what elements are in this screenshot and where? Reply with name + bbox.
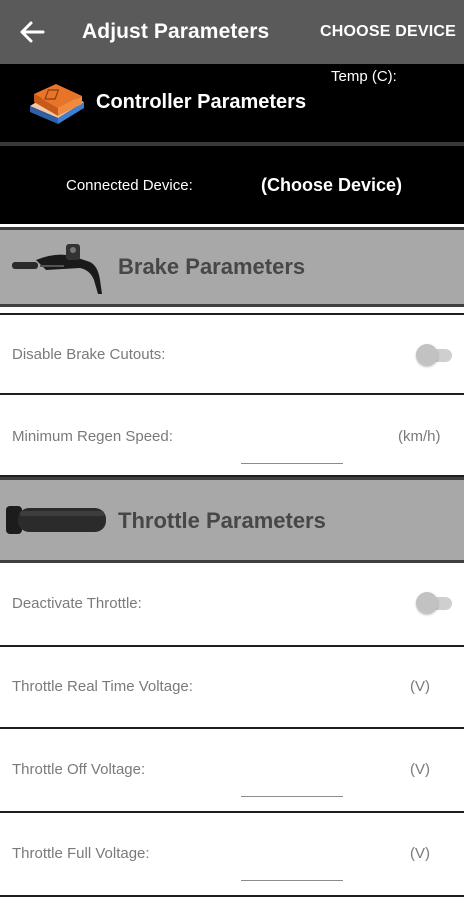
deactivate-throttle-row: Deactivate Throttle: xyxy=(0,563,464,647)
min-regen-speed-input[interactable] xyxy=(241,463,343,464)
throttle-full-voltage-input[interactable] xyxy=(241,880,343,881)
throttle-full-voltage-row: Throttle Full Voltage: (V) xyxy=(0,813,464,897)
brake-section-title: Brake Parameters xyxy=(118,254,306,279)
connected-device-label: Connected Device: xyxy=(66,177,193,194)
throttle-realtime-voltage-row: Throttle Real Time Voltage: (V) xyxy=(0,647,464,729)
min-regen-speed-unit: (km/h) xyxy=(398,428,441,445)
throttle-off-voltage-input[interactable] xyxy=(241,796,343,797)
throttle-off-voltage-label: Throttle Off Voltage: xyxy=(12,761,146,778)
deactivate-throttle-toggle[interactable] xyxy=(416,592,454,614)
temp-label: Temp (C): xyxy=(331,68,397,85)
toggle-thumb xyxy=(416,344,438,366)
disable-brake-cutouts-row: Disable Brake Cutouts: xyxy=(0,313,464,395)
deactivate-throttle-label: Deactivate Throttle: xyxy=(12,595,142,612)
min-regen-speed-row: Minimum Regen Speed: (km/h) xyxy=(0,395,464,477)
page-title: Adjust Parameters xyxy=(82,20,270,43)
throttle-section-header: Throttle Parameters xyxy=(0,477,464,563)
toggle-thumb xyxy=(416,592,438,614)
choose-device-button[interactable]: CHOOSE DEVICE xyxy=(320,23,456,41)
controller-title: Controller Parameters xyxy=(96,91,307,113)
brake-lever-icon xyxy=(12,244,102,294)
throttle-realtime-voltage-label: Throttle Real Time Voltage: xyxy=(12,678,193,695)
disable-brake-cutouts-label: Disable Brake Cutouts: xyxy=(12,346,166,363)
connected-device-value[interactable]: (Choose Device) xyxy=(261,175,402,196)
min-regen-speed-label: Minimum Regen Speed: xyxy=(12,428,173,445)
brake-section-header: Brake Parameters xyxy=(0,227,464,307)
throttle-section-title: Throttle Parameters xyxy=(118,508,326,533)
throttle-off-voltage-unit: (V) xyxy=(410,761,430,778)
app-bar: Adjust Parameters CHOOSE DEVICE xyxy=(0,0,464,64)
throttle-realtime-voltage-unit: (V) xyxy=(410,678,430,695)
arrow-left-icon[interactable] xyxy=(18,17,46,47)
throttle-full-voltage-unit: (V) xyxy=(410,845,430,862)
disable-brake-cutouts-toggle[interactable] xyxy=(416,344,454,366)
controller-box-icon xyxy=(30,84,84,124)
throttle-off-voltage-row: Throttle Off Voltage: (V) xyxy=(0,729,464,813)
throttle-full-voltage-label: Throttle Full Voltage: xyxy=(12,845,150,862)
throttle-grip-icon xyxy=(6,506,106,534)
